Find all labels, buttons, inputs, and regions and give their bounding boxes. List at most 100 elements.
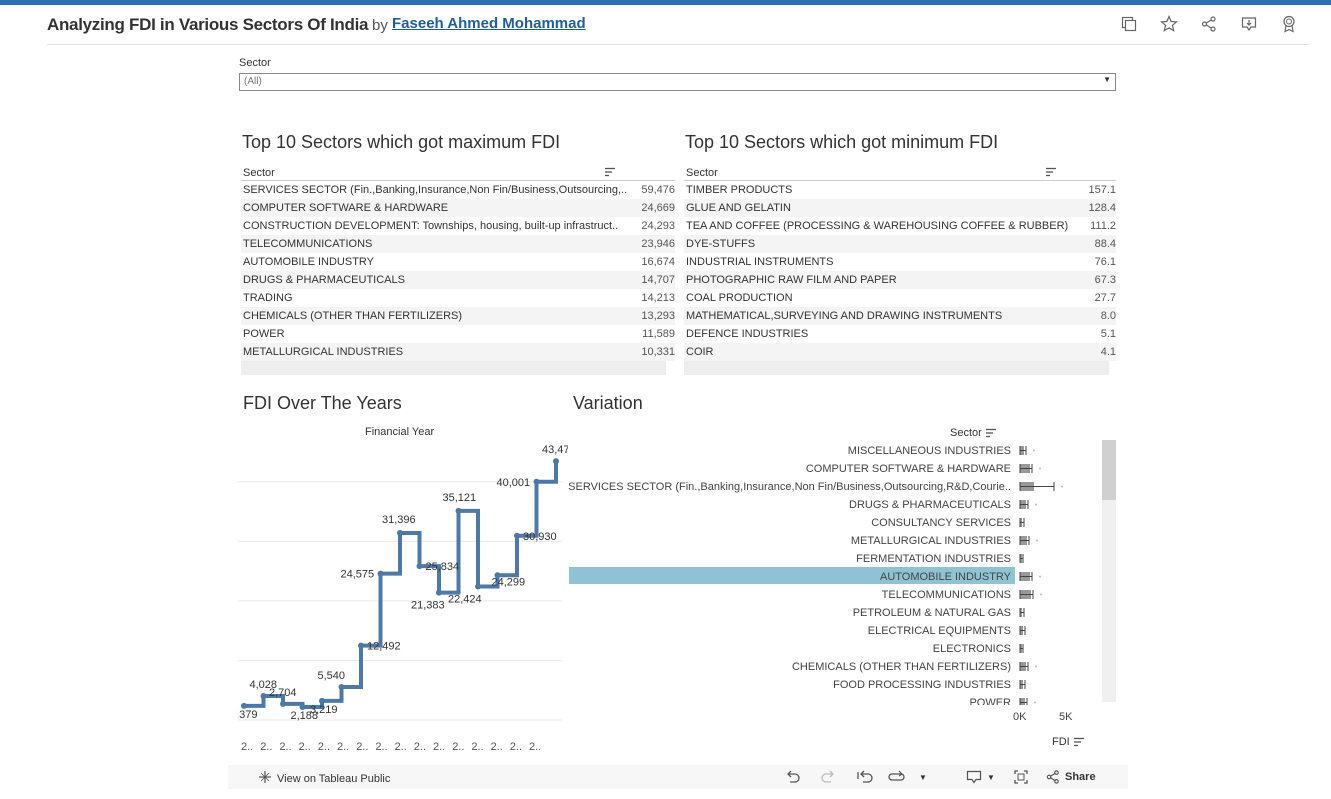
star-icon[interactable] [1159,14,1179,34]
refresh-button[interactable]: ▼ [888,770,927,784]
author-link[interactable]: Faseeh Ahmed Mohammad [392,15,586,32]
sector-name: TEA AND COFFEE (PROCESSING & WAREHOUSING… [686,220,1069,232]
data-point[interactable] [358,642,364,649]
download-icon[interactable] [1239,14,1259,34]
table-row[interactable]: PHOTOGRAPHIC RAW FILM AND PAPER 67.3 [684,271,1116,289]
view-on-tableau-label: View on Tableau Public [277,772,391,785]
table-row[interactable]: DYE-STUFFS 88.4 [684,235,1116,253]
horizontal-scrollbar[interactable] [241,361,666,375]
share-label: Share [1065,771,1096,783]
sector-axis-label[interactable]: ELECTRONICS [933,643,1011,655]
box-mark[interactable] [1020,698,1025,705]
sector-axis-label[interactable]: CHEMICALS (OTHER THAN FERTILIZERS) [792,661,1011,673]
data-point[interactable] [514,532,520,539]
fdi-value: 23,946 [641,238,675,250]
table-row[interactable]: CHEMICALS (OTHER THAN FERTILIZERS) 13,293 [241,307,675,325]
table-row[interactable]: METALLURGICAL INDUSTRIES 10,331 [241,343,675,361]
table-row[interactable]: TEA AND COFFEE (PROCESSING & WAREHOUSING… [684,217,1116,235]
table-row[interactable]: CONSTRUCTION DEVELOPMENT: Townships, hou… [241,217,675,235]
data-label: 40,001 [497,477,531,489]
data-point[interactable] [260,693,267,700]
sector-name: DRUGS & PHARMACEUTICALS [243,274,405,286]
x-tick-label: 2.. [433,741,445,753]
horizontal-scrollbar[interactable] [684,361,1109,375]
sector-axis-label[interactable]: CONSULTANCY SERVICES [871,517,1011,529]
sector-axis-label[interactable]: TELECOMMUNICATIONS [882,589,1011,601]
table-row[interactable]: COAL PRODUCTION 27.7 [684,289,1116,307]
table-row[interactable]: INDUSTRIAL INSTRUMENTS 76.1 [684,253,1116,271]
sort-icon[interactable] [604,167,616,180]
sector-axis-label[interactable]: ELECTRICAL EQUIPMENTS [868,625,1011,637]
table-row[interactable]: DEFENCE INDUSTRIES 5.1 [684,325,1116,343]
sector-name: COIR [686,346,714,358]
sector-axis-label[interactable]: COMPUTER SOFTWARE & HARDWARE [806,463,1011,475]
duplicate-icon[interactable] [1119,14,1139,34]
sector-axis-label[interactable]: SERVICES SECTOR (Fin.,Banking,Insurance,… [568,481,1011,493]
x-axis-title: Financial Year [365,426,435,438]
sector-axis-label[interactable]: PETROLEUM & NATURAL GAS [853,607,1011,619]
data-point[interactable] [455,507,462,514]
table-row[interactable]: COIR 4.1 [684,343,1116,361]
scrollbar-thumb[interactable] [1102,440,1116,500]
sector-name: MATHEMATICAL,SURVEYING AND DRAWING INSTR… [686,310,1003,322]
data-point[interactable] [280,700,286,707]
share-button[interactable]: Share [1046,770,1096,784]
x-tick-label: 2.. [452,741,464,753]
sector-axis-label[interactable]: FOOD PROCESSING INDUSTRIES [833,679,1011,691]
badge-icon[interactable] [1279,14,1299,34]
revert-button[interactable] [856,770,874,784]
fdi-years-title: FDI Over The Years [243,393,402,413]
data-point[interactable] [553,458,559,465]
sector-axis-label[interactable]: DRUGS & PHARMACEUTICALS [849,499,1011,511]
table-row[interactable]: GLUE AND GELATIN 128.4 [684,199,1116,217]
sector-axis-label: Sector [950,427,982,439]
fdi-value: 4.1 [1100,346,1116,358]
table-row[interactable]: AUTOMOBILE INDUSTRY 16,674 [241,253,675,271]
undo-button[interactable] [785,770,801,784]
fullscreen-button[interactable] [1014,770,1028,784]
table-row[interactable]: MATHEMATICAL,SURVEYING AND DRAWING INSTR… [684,307,1116,325]
fdi-value: 14,213 [641,292,675,304]
redo-button[interactable] [820,770,836,784]
data-point[interactable] [533,478,540,485]
table-row[interactable]: COMPUTER SOFTWARE & HARDWARE 24,669 [241,199,675,217]
sector-name: SERVICES SECTOR (Fin.,Banking,Insurance,… [243,184,628,196]
by-label: by [372,17,388,34]
data-label: 35,121 [443,492,477,504]
sort-icon[interactable] [1073,737,1085,747]
data-point[interactable] [475,583,481,590]
data-label: 2,379 [238,709,258,721]
table-row[interactable]: TELECOMMUNICATIONS 23,946 [241,235,675,253]
view-on-tableau-button[interactable]: View on Tableau Public [258,770,390,787]
sort-icon[interactable] [985,428,997,438]
table-row[interactable]: SERVICES SECTOR (Fin.,Banking,Insurance,… [241,181,675,199]
x-tick-label: 2.. [491,741,503,753]
sector-axis-label[interactable]: AUTOMOBILE INDUSTRY [880,571,1012,583]
sector-name: GLUE AND GELATIN [686,202,791,214]
data-point[interactable] [436,589,442,596]
download-menu-button[interactable]: ▼ [966,770,995,784]
data-point[interactable] [416,563,423,570]
chevron-down-icon[interactable]: ▼ [919,773,927,782]
data-point[interactable] [338,684,345,691]
sector-axis-label[interactable]: MISCELLANEOUS INDUSTRIES [848,445,1011,457]
data-point[interactable] [397,530,403,537]
x-tick-label: 2.. [471,741,483,753]
sector-axis-label[interactable]: POWER [969,697,1011,705]
undo-icon [787,770,800,783]
sector-name: CONSTRUCTION DEVELOPMENT: Townships, hou… [243,220,619,232]
table-row[interactable]: DRUGS & PHARMACEUTICALS 14,707 [241,271,675,289]
sector-axis-label[interactable]: FERMENTATION INDUSTRIES [856,553,1011,565]
sector-filter-value: (All) [244,76,262,87]
data-point[interactable] [377,570,384,577]
outlier-point [1039,575,1041,578]
sector-filter-select[interactable]: (All) ▼ [239,73,1116,91]
table-row[interactable]: TIMBER PRODUCTS 157.1 [684,181,1116,199]
x-tick-label: 2.. [510,741,522,753]
x-tick-label: 2.. [260,741,272,753]
table-row[interactable]: POWER 11,589 [241,325,675,343]
sort-icon[interactable] [1045,167,1057,180]
table-row[interactable]: TRADING 14,213 [241,289,675,307]
sector-axis-label[interactable]: METALLURGICAL INDUSTRIES [851,535,1011,547]
share-icon[interactable] [1199,14,1219,34]
